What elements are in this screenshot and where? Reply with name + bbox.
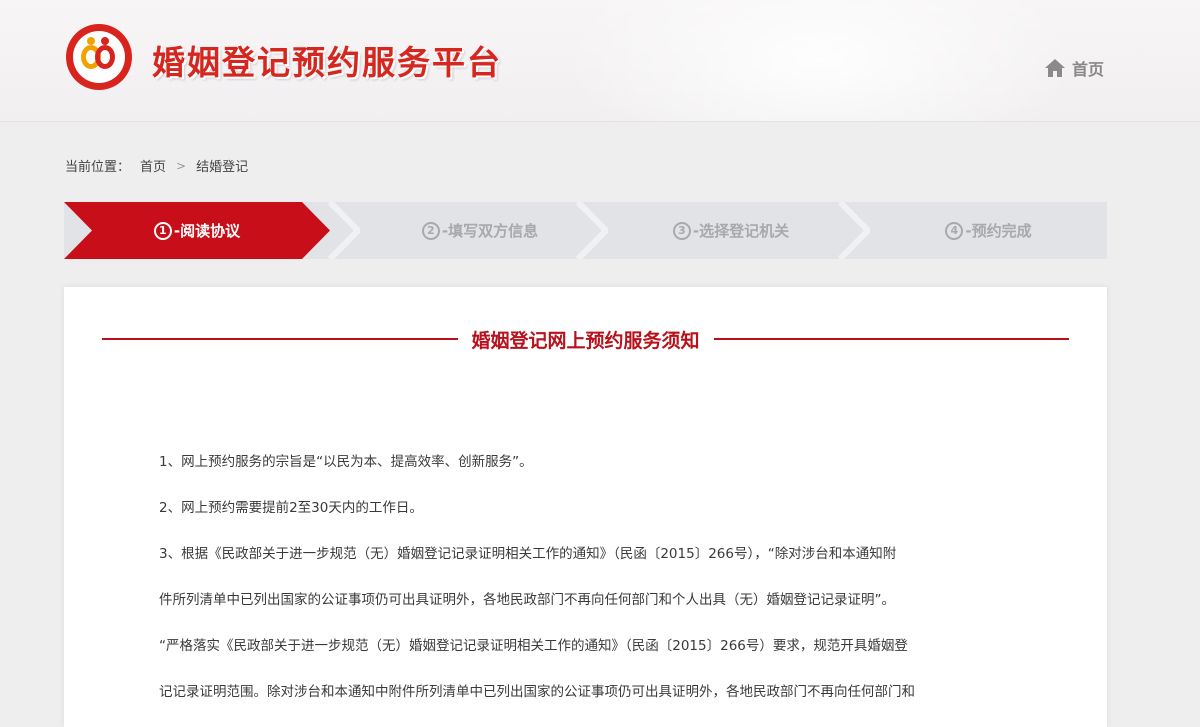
notice-paragraph: 3、根据《民政部关于进一步规范（无）婚姻登记记录证明相关工作的通知》（民函〔20… (159, 546, 897, 562)
notice-title: 婚姻登记网上预约服务须知 (471, 329, 700, 352)
step-label: -阅读协议 (173, 222, 241, 240)
marriage-registration-logo-icon[interactable] (66, 24, 132, 90)
step-select-office[interactable]: 3 -选择登记机关 (606, 202, 856, 259)
breadcrumb-separator: > (176, 158, 187, 173)
notice-title-row: 婚姻登记网上预约服务须知 (102, 325, 1070, 353)
breadcrumb-home-link[interactable]: 首页 (140, 156, 166, 175)
home-link-label: 首页 (1072, 60, 1105, 79)
notice-paragraph: 1、网上预约服务的宗旨是“以民为本、提高效率、创新服务”。 (159, 454, 533, 470)
step-number: 4 (945, 221, 964, 240)
step-label: -预约完成 (965, 222, 1032, 240)
notice-card: 婚姻登记网上预约服务须知 1、网上预约服务的宗旨是“以民为本、提高效率、创新服务… (64, 287, 1107, 727)
title-divider-right (713, 338, 1070, 340)
notice-paragraph: 2、网上预约需要提前2至30天内的工作日。 (159, 500, 423, 516)
notice-paragraph: 记记录证明范围。除对涉台和本通知中附件所列清单中已列出国家的公证事项仍可出具证明… (159, 684, 915, 700)
site-title: 婚姻登记预约服务平台 (152, 43, 502, 82)
home-icon (1045, 59, 1065, 77)
step-complete[interactable]: 4 -预约完成 (870, 202, 1107, 259)
step-divider-chevron (837, 202, 870, 259)
breadcrumb-prefix: 当前位置： (65, 160, 131, 175)
title-divider-left (102, 338, 458, 340)
notice-paragraph: “严格落实《民政部关于进一步规范（无）婚姻登记记录证明相关工作的通知》（民函〔2… (159, 638, 908, 654)
notice-paragraph: 件所列清单中已列出国家的公证事项仍可出具证明外，各地民政部门不再向任何部门和个人… (159, 592, 895, 608)
step-fill-info[interactable]: 2 -填写双方信息 (358, 202, 602, 259)
notice-body: 1、网上预约服务的宗旨是“以民为本、提高效率、创新服务”。 2、网上预约需要提前… (159, 439, 1039, 715)
breadcrumb-current: 结婚登记 (196, 160, 249, 175)
progress-steps: 1 -阅读协议 2 -填写双方信息 3 -选择登记机关 4 -预约完成 (64, 202, 1107, 259)
step-label: -选择登记机关 (692, 222, 790, 240)
step-number: 1 (153, 221, 172, 240)
step-divider-chevron (575, 202, 608, 259)
step-label: -填写双方信息 (441, 222, 539, 240)
step-number: 2 (421, 221, 440, 240)
step-number: 3 (672, 221, 691, 240)
breadcrumb: 当前位置： 首页 > 结婚登记 (65, 156, 249, 176)
site-header: 婚姻登记预约服务平台 首页 (0, 0, 1200, 122)
home-link[interactable]: 首页 (1044, 56, 1104, 80)
header-decoration (560, 0, 1080, 121)
step-read-agreement[interactable]: 1 -阅读协议 (64, 202, 330, 259)
step-divider-chevron (327, 202, 360, 259)
